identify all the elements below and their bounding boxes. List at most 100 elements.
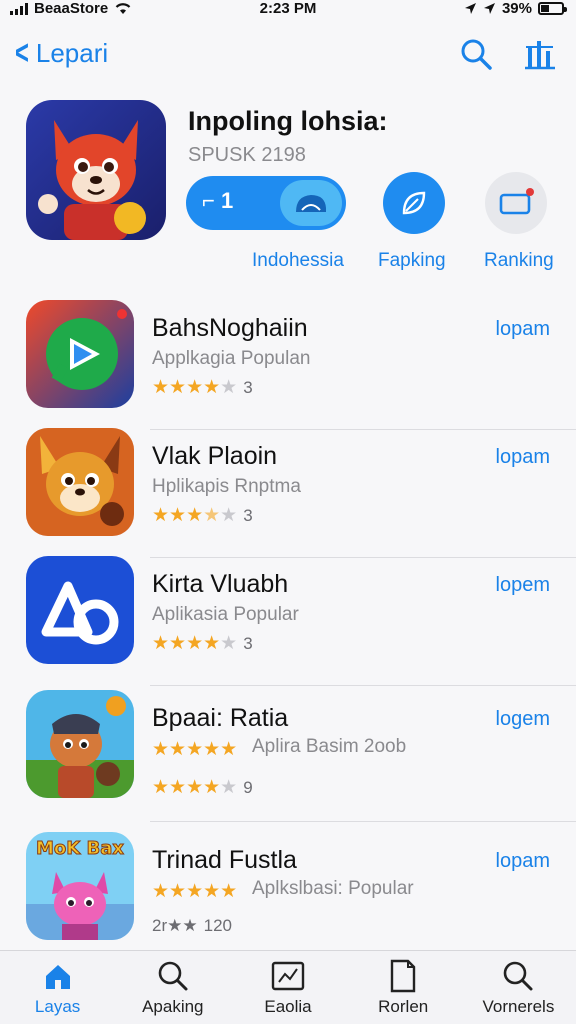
location-icon bbox=[483, 3, 495, 14]
star-rating: 2r★★ 120 bbox=[152, 916, 232, 936]
rating-prefix: 2r★★ bbox=[152, 916, 198, 935]
app-row[interactable]: BahsNoghaiin Applkagia Populan ★★★★ ★ 3 l… bbox=[0, 300, 576, 430]
search-icon bbox=[156, 959, 190, 993]
get-button[interactable]: lopem bbox=[496, 574, 550, 597]
search-icon bbox=[501, 959, 535, 993]
fox-mascot-icon bbox=[26, 100, 166, 240]
star-rating: ★★★★★ 3 bbox=[152, 376, 253, 399]
search-icon bbox=[461, 39, 492, 70]
battery-icon bbox=[538, 2, 567, 15]
star-half-icon: ★ bbox=[203, 505, 221, 526]
featured-section: Inpoling lohsia: SPUSK 2198 ⌐ 1 Indohess… bbox=[0, 100, 576, 280]
abc-logo-icon bbox=[26, 556, 134, 664]
tab-label: Layas bbox=[34, 997, 81, 1016]
pill-text: ⌐ 1 bbox=[202, 188, 234, 213]
rating-count: 3 bbox=[243, 633, 253, 653]
get-button[interactable]: lopam bbox=[496, 318, 550, 341]
star-icon: ★★★★ bbox=[152, 633, 221, 654]
tab-label: Apaking bbox=[142, 997, 204, 1016]
screen-icon bbox=[499, 188, 534, 215]
star-empty-icon: ★ bbox=[220, 777, 238, 798]
tab-eaolia[interactable]: Eaolia bbox=[230, 951, 345, 1024]
app-subtitle: Aplikasia Popular bbox=[152, 604, 299, 625]
app-name: Kirta Vluabh bbox=[152, 570, 289, 598]
star-empty-icon: ★ bbox=[220, 505, 238, 526]
app-icon bbox=[26, 690, 134, 798]
featured-title: Inpoling lohsia: bbox=[188, 106, 388, 136]
ranking-button[interactable] bbox=[485, 172, 547, 234]
app-row[interactable]: Bpaai: Ratia ★★★★★ Aplira Basim 2oob ★★★… bbox=[0, 690, 576, 822]
back-button[interactable]: < Lepari bbox=[12, 36, 108, 70]
star-rating-large: ★★★★★ bbox=[152, 738, 237, 761]
app-subtitle: Applkagia Populan bbox=[152, 348, 311, 369]
get-button[interactable]: logem bbox=[496, 708, 550, 731]
divider bbox=[150, 821, 576, 822]
tab-label: Eaolia bbox=[264, 997, 312, 1016]
get-button[interactable]: lopam bbox=[496, 850, 550, 873]
rating-count: 120 bbox=[203, 916, 232, 935]
app-icon bbox=[26, 428, 134, 536]
status-bar: BeaaStore 2:23 PM 39% bbox=[0, 0, 576, 18]
play-store-icon bbox=[26, 300, 134, 408]
featured-subtitle: SPUSK 2198 bbox=[188, 144, 306, 166]
star-empty-icon: ★ bbox=[220, 377, 238, 398]
app-icon bbox=[26, 300, 134, 408]
app-icon: MoK Bax bbox=[26, 832, 134, 940]
leaf-icon bbox=[402, 191, 426, 215]
pill-cloud-button bbox=[280, 180, 342, 226]
featured-action-pill[interactable]: ⌐ 1 bbox=[186, 176, 346, 230]
navigation-bar: < Lepari bbox=[0, 28, 576, 84]
tab-vornerels[interactable]: Vornerels bbox=[461, 951, 576, 1024]
star-icon: ★★★★ bbox=[152, 377, 221, 398]
rating-count: 3 bbox=[243, 505, 253, 525]
dog-mascot-icon bbox=[26, 428, 134, 536]
app-subtitle: Aplkslbasi: Popular bbox=[252, 878, 414, 899]
feature-label-fapking[interactable]: Fapking bbox=[378, 250, 446, 272]
app-name: Trinad Fustla bbox=[152, 846, 297, 874]
tab-bar: Layas Apaking Eaolia Rorlen Vornerels bbox=[0, 950, 576, 1024]
star-icon: ★★★ bbox=[152, 505, 204, 526]
back-label: Lepari bbox=[35, 37, 109, 68]
app-row[interactable]: Vlak Plaoin Hplikapis Rnptma ★★★ ★ ★ 3 lop… bbox=[0, 428, 576, 558]
app-icon-wordmark: MoK Bax bbox=[36, 838, 125, 860]
star-icon: ★★★★★ bbox=[152, 881, 238, 902]
star-rating: ★★★★ ★ 9 bbox=[152, 776, 253, 799]
favorites-button[interactable] bbox=[383, 172, 445, 234]
star-icon: ★★★★ bbox=[152, 777, 221, 798]
star-icon: ★★★★★ bbox=[152, 739, 238, 760]
home-icon bbox=[41, 959, 75, 993]
get-button[interactable]: lopam bbox=[496, 446, 550, 469]
battery-percent: 39% bbox=[501, 0, 532, 17]
raccoon-game-icon bbox=[26, 690, 134, 798]
cloud-icon bbox=[296, 195, 326, 212]
feature-label-indonesia[interactable]: Indohessia bbox=[252, 250, 344, 272]
feature-label-ranking[interactable]: Ranking bbox=[484, 250, 554, 272]
star-rating: ★★★★★ 3 bbox=[152, 632, 253, 655]
app-name: Vlak Plaoin bbox=[152, 442, 278, 470]
app-row[interactable]: MoK Bax Trinad Fustla ★★★★★ Aplkslbasi: … bbox=[0, 832, 576, 950]
search-button[interactable] bbox=[458, 36, 494, 72]
tab-apaking[interactable]: Apaking bbox=[115, 951, 230, 1024]
location-icon bbox=[464, 3, 476, 14]
app-name: Bpaai: Ratia bbox=[152, 704, 289, 732]
app-row[interactable]: Kirta Vluabh Aplikasia Popular ★★★★ ★ 3 l… bbox=[0, 556, 576, 686]
app-subtitle: Hplikapis Rnptma bbox=[152, 476, 301, 497]
tab-rorlen[interactable]: Rorlen bbox=[346, 951, 461, 1024]
rating-count: 9 bbox=[243, 777, 253, 797]
rating-count: 3 bbox=[243, 377, 253, 397]
tab-label: Rorlen bbox=[378, 997, 429, 1016]
tab-layas[interactable]: Layas bbox=[0, 951, 115, 1024]
app-icon bbox=[26, 556, 134, 664]
app-subtitle: Aplira Basim 2oob bbox=[252, 736, 407, 757]
bar-chart-icon bbox=[525, 41, 555, 70]
document-icon bbox=[386, 959, 420, 993]
chart-button[interactable] bbox=[522, 36, 558, 72]
featured-app-icon[interactable] bbox=[26, 100, 166, 240]
star-empty-icon: ★ bbox=[220, 633, 238, 654]
star-rating: ★★★★★ 3 bbox=[152, 504, 253, 527]
app-name: BahsNoghaiin bbox=[152, 314, 308, 342]
tab-label: Vornerels bbox=[482, 997, 555, 1016]
chart-icon bbox=[271, 959, 305, 993]
chevron-left-icon: < bbox=[14, 34, 29, 72]
divider bbox=[150, 685, 576, 686]
